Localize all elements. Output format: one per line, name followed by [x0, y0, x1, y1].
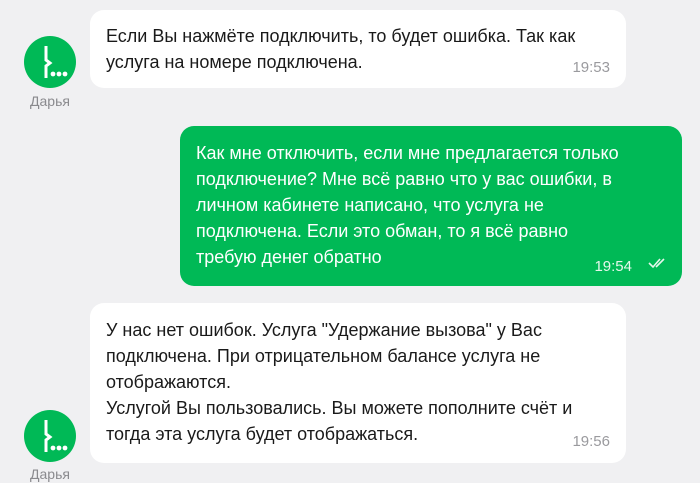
message-time: 19:54: [594, 258, 632, 275]
message-text-line: тогда эта услуга будет отображаться.: [106, 424, 419, 444]
message-text-line: подключение? Мне всё равно что у вас оши…: [196, 169, 612, 189]
message-bubble: Как мне отключить, если мне предлагается…: [180, 126, 682, 286]
message-text-line: подключена. Если это обман, то я всё рав…: [196, 221, 569, 241]
agent-avatar: [24, 410, 76, 462]
agent-name: Дарья: [30, 466, 70, 482]
message-text-line: У нас нет ошибок. Услуга "Удержание вызо…: [106, 320, 542, 340]
message-text-line: подключена. При отрицательном балансе ус…: [106, 346, 541, 366]
message-bubble: Если Вы нажмёте подключить, то будет оши…: [90, 10, 626, 88]
message-text-line: Как мне отключить, если мне предлагается…: [196, 143, 619, 163]
megafon-logo-icon: [44, 46, 68, 78]
message-text-line: Если Вы нажмёте подключить, то будет оши…: [106, 26, 576, 46]
message-text-line: Услугой Вы пользовались. Вы можете попол…: [106, 398, 573, 418]
message-text-line: услуга на номере подключена.: [106, 52, 363, 72]
double-check-icon: [648, 258, 665, 269]
message-bubble: У нас нет ошибок. Услуга "Удержание вызо…: [90, 303, 626, 463]
agent-name: Дарья: [30, 93, 70, 109]
message-text-line: личном кабинете написано, что услуга не: [196, 195, 544, 215]
message-text-line: отображаются.: [106, 372, 231, 392]
message-time: 19:53: [572, 59, 610, 76]
chat-screen: { "agent_name": "Дарья", "colors": { "br…: [0, 0, 700, 483]
message-time: 19:56: [572, 433, 610, 450]
megafon-logo-icon: [44, 420, 68, 452]
agent-avatar: [24, 36, 76, 88]
